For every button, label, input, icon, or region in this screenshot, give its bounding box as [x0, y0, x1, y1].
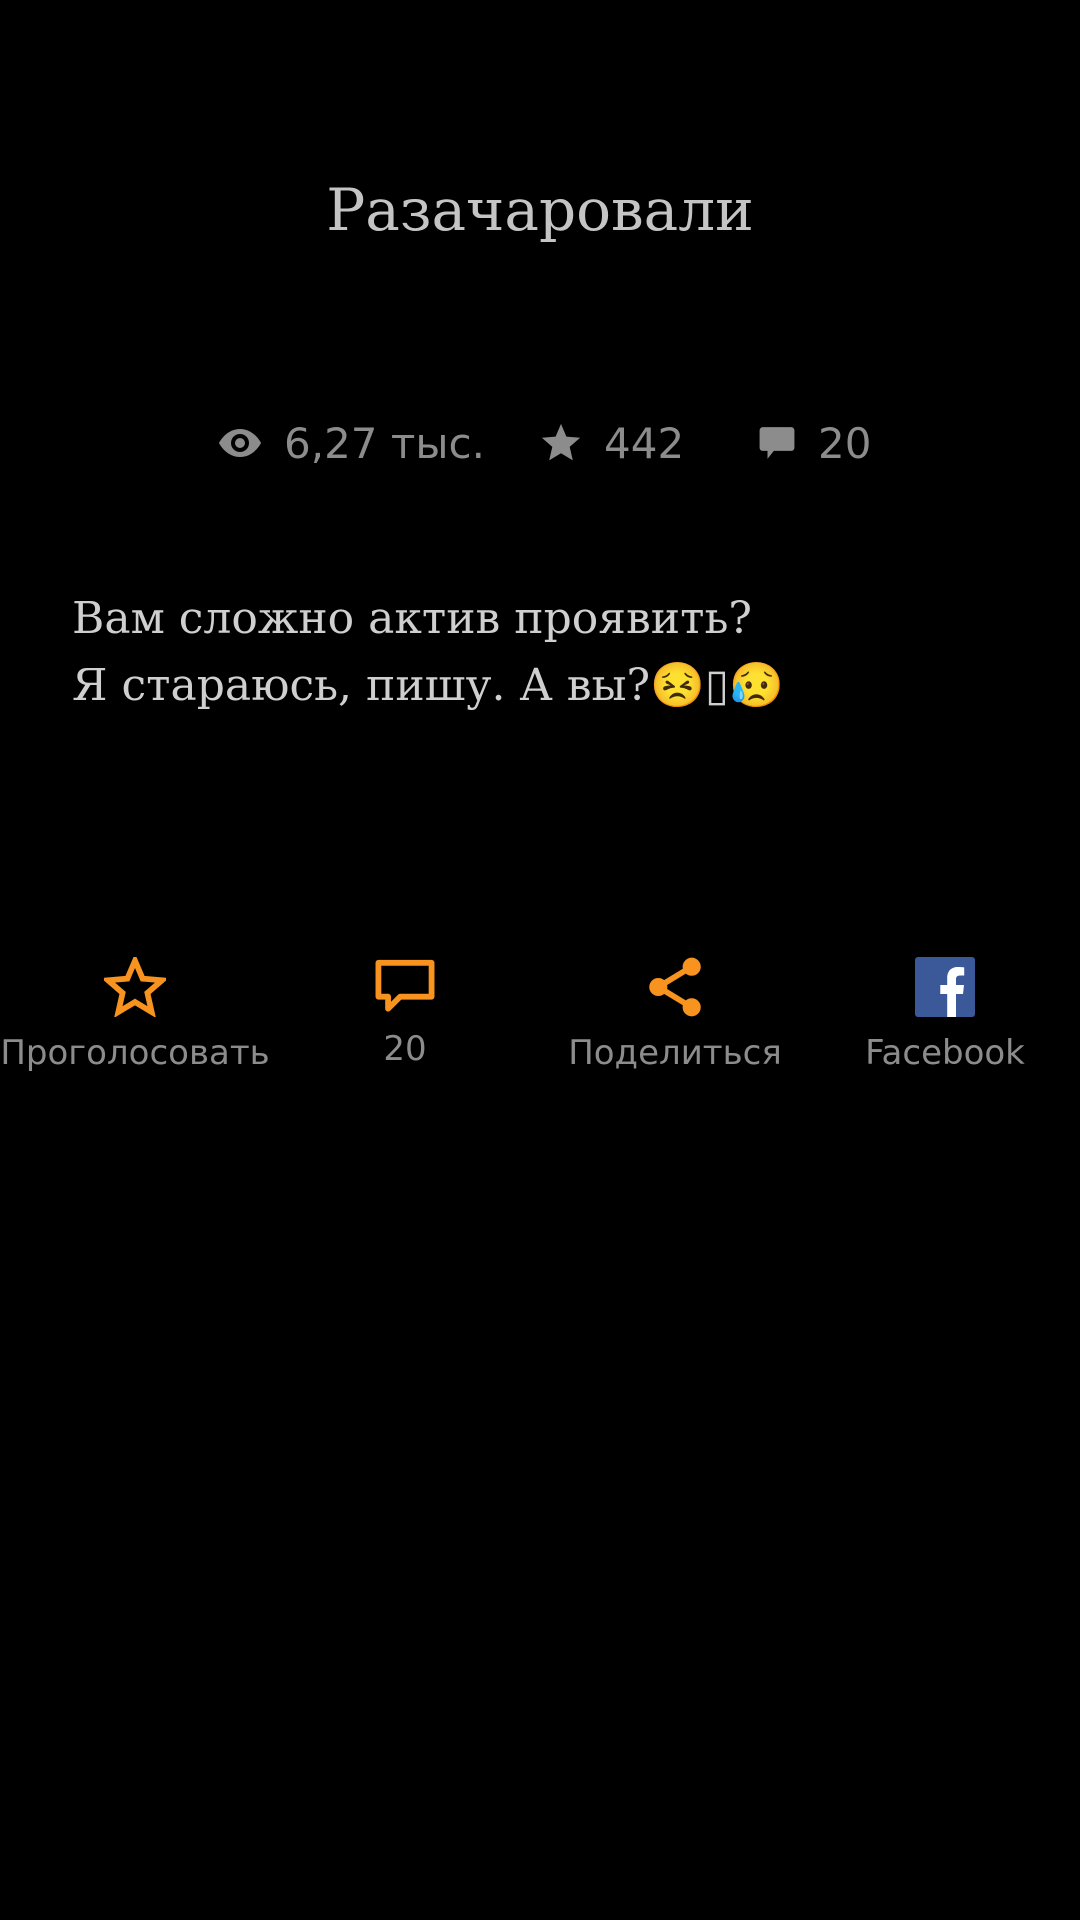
views-stat: 6,27 тыс.	[218, 408, 485, 478]
stats-bar: 6,27 тыс. 442 20	[0, 408, 1080, 478]
vote-button[interactable]: Проголосовать	[0, 955, 270, 1073]
comments-button[interactable]: 20	[270, 955, 540, 1069]
comments-count: 20	[818, 418, 872, 468]
eye-icon	[219, 429, 261, 457]
comments-action-label: 20	[383, 1029, 427, 1069]
facebook-share-button[interactable]: Facebook	[810, 955, 1080, 1073]
post-body: Вам сложно актив проявить? Я стараюсь, п…	[72, 585, 1012, 719]
comments-stat: 20	[758, 408, 871, 478]
star-icon	[541, 423, 581, 461]
share-button[interactable]: Поделиться	[540, 955, 810, 1073]
vote-label: Проголосовать	[0, 1033, 270, 1073]
comment-outline-icon	[375, 959, 435, 1012]
stars-count: 442	[604, 418, 685, 468]
stars-stat: 442	[540, 408, 684, 478]
share-icon	[649, 957, 701, 1017]
post-title: Разачаровали	[326, 176, 754, 244]
share-label: Поделиться	[568, 1033, 782, 1073]
comment-icon	[759, 427, 795, 459]
post-body-line: Вам сложно актив проявить?	[72, 593, 753, 644]
action-bar: Проголосовать 20 Поделиться Facebook	[0, 955, 1080, 1085]
star-outline-icon	[104, 957, 166, 1017]
post-body-line: Я стараюсь, пишу. А вы?😣▯😥	[72, 660, 784, 711]
views-count: 6,27 тыс.	[284, 418, 485, 468]
facebook-icon	[915, 957, 975, 1017]
facebook-label: Facebook	[865, 1033, 1025, 1073]
